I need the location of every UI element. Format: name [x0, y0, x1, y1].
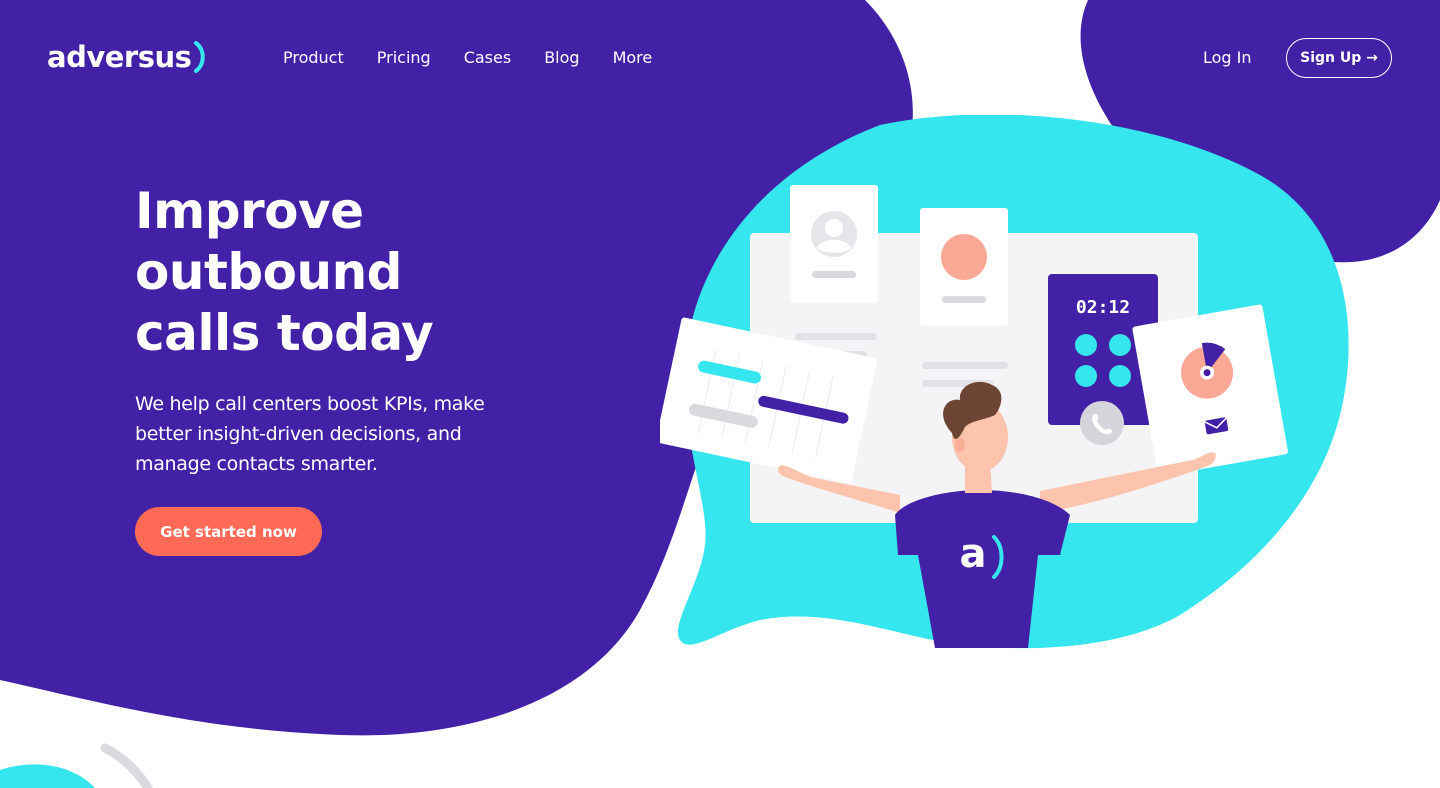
hero-title: Improve outbound calls today	[135, 181, 555, 364]
shirt-logo: a	[960, 531, 987, 577]
hero-subtitle: We help call centers boost KPIs, make be…	[135, 393, 485, 475]
hero-title-line: calls today	[135, 304, 434, 362]
nav-item-cases[interactable]: Cases	[464, 46, 512, 70]
hero-title-line: outbound	[135, 243, 402, 301]
logo-text: adversus	[47, 40, 192, 74]
login-link[interactable]: Log In	[1203, 46, 1252, 70]
contact-card-peach	[920, 208, 1008, 326]
dialer-time: 02:12	[1076, 297, 1130, 318]
nav-item-blog[interactable]: Blog	[544, 46, 579, 70]
nav-item-pricing[interactable]: Pricing	[377, 46, 431, 70]
nav-item-more[interactable]: More	[613, 46, 653, 70]
site-header: adversus Product Pricing Cases Blog More…	[0, 0, 1440, 116]
avatar-icon	[811, 211, 857, 257]
get-started-button[interactable]: Get started now	[135, 507, 322, 556]
report-card	[1132, 304, 1288, 477]
hero-title-line: Improve	[135, 182, 364, 240]
cyan-blob-bottom	[0, 764, 95, 788]
hero-illustration: 02:12 a	[660, 115, 1349, 649]
logo-bracket-icon	[194, 41, 206, 73]
phone-icon	[1080, 401, 1124, 445]
contact-card-grey	[790, 185, 878, 303]
signup-button[interactable]: Sign Up →	[1286, 38, 1392, 78]
grey-arc-bottom	[100, 743, 153, 788]
main-nav: Product Pricing Cases Blog More	[283, 46, 685, 70]
logo[interactable]: adversus	[47, 36, 207, 78]
nav-item-product[interactable]: Product	[283, 46, 344, 70]
